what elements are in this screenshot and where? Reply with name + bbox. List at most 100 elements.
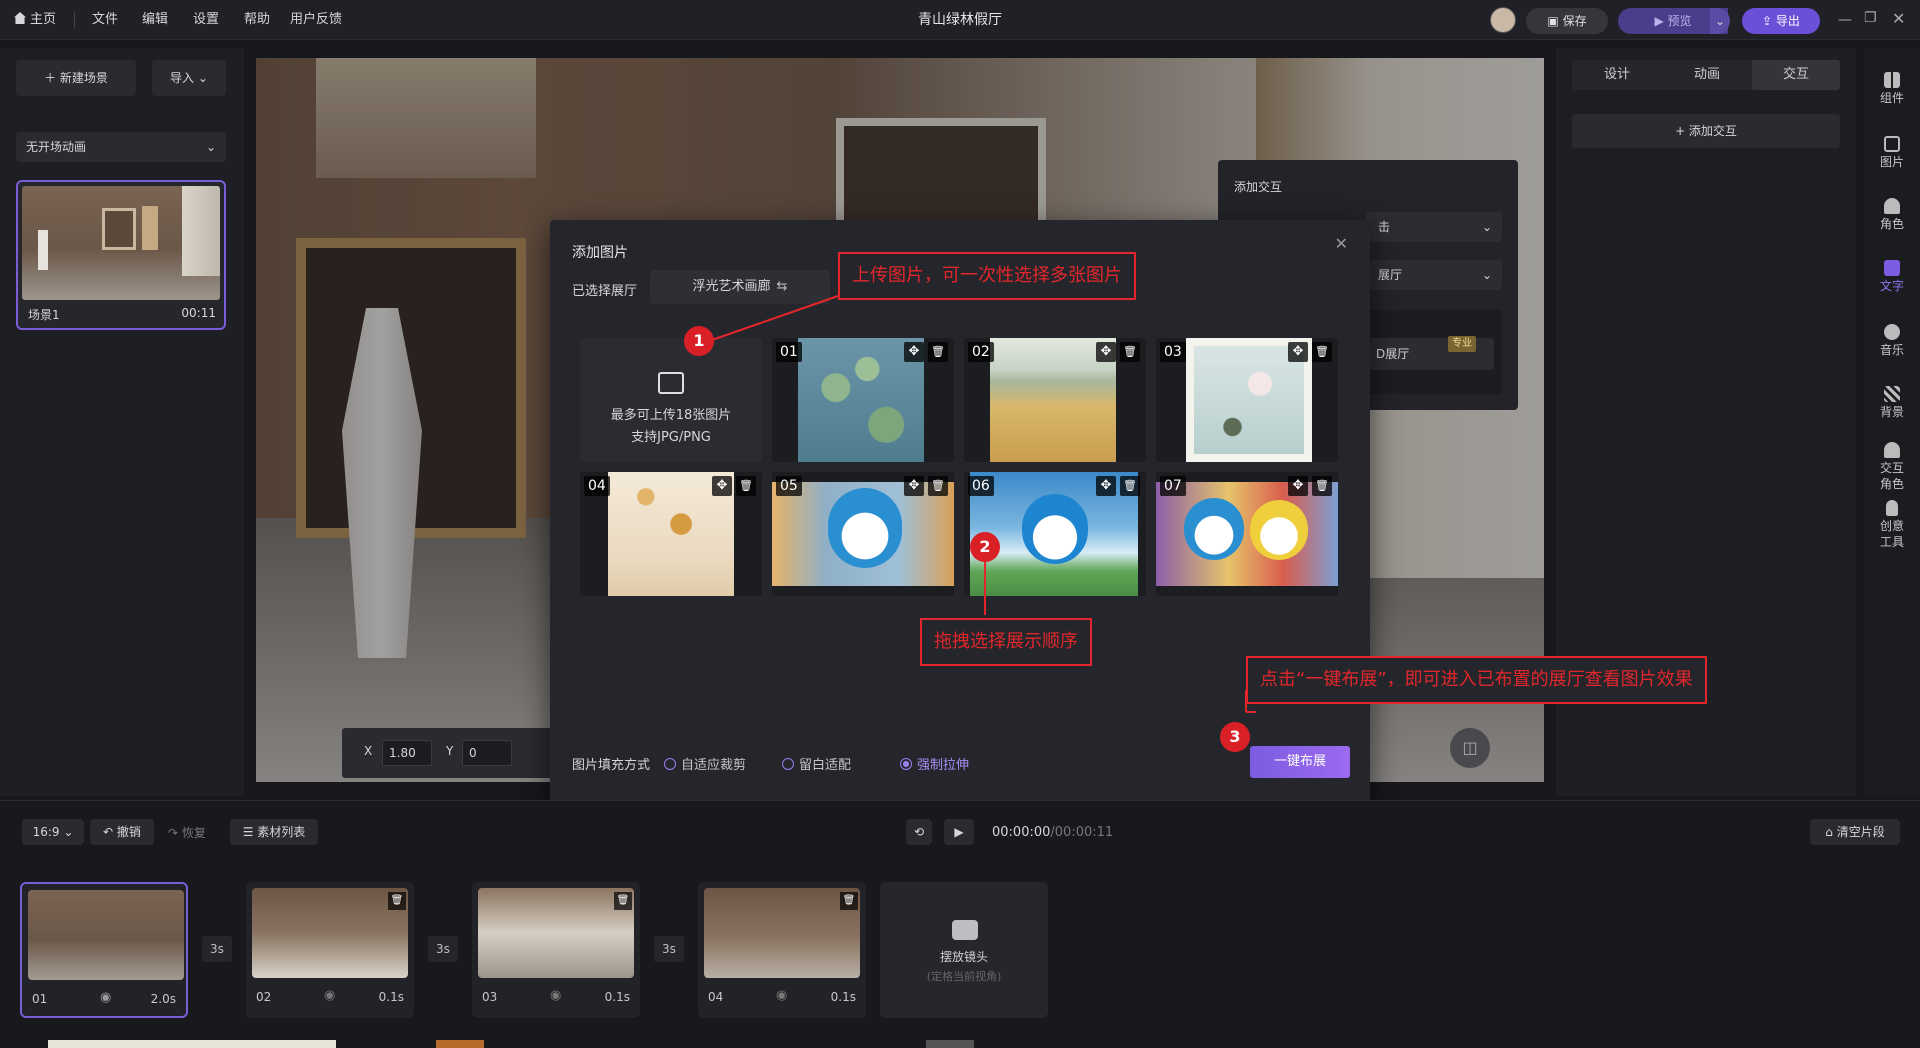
import-button[interactable]: 导入 ⌄ [152, 60, 226, 96]
tool-creative[interactable]: 创意 工具 [1864, 500, 1920, 550]
drag-icon[interactable]: ✥ [1096, 476, 1116, 496]
close-icon[interactable]: ✕ [1892, 9, 1905, 28]
trash-icon[interactable]: 🗑 [736, 476, 756, 496]
tool-music[interactable]: 音乐 [1864, 324, 1920, 358]
image-tile[interactable]: 03 ✥ 🗑 [1156, 338, 1338, 462]
restore-icon[interactable]: ❐ [1864, 10, 1877, 26]
image-tile[interactable]: 07 ✥ 🗑 [1156, 472, 1338, 596]
play-circle-icon[interactable]: ◉ [776, 988, 787, 1003]
clip-thumbnail [704, 888, 860, 978]
new-scene-button[interactable]: ＋ 新建场景 [16, 60, 136, 96]
drag-icon[interactable]: ✥ [904, 342, 924, 362]
upload-image-tile[interactable]: 最多可上传18张图片 支持JPG/PNG [580, 338, 762, 462]
scene-card[interactable]: 场景1 00:11 [16, 180, 226, 330]
trash-icon[interactable]: 🗑 [928, 342, 948, 362]
clip-card[interactable]: 🗑 03 ◉ 0.1s [472, 882, 640, 1018]
trash-icon[interactable]: 🗑 [614, 892, 632, 910]
undo-button[interactable]: ↶ 撤销 [90, 819, 154, 845]
tool-components[interactable]: 组件 [1864, 72, 1920, 106]
chevron-down-icon: ⌄ [205, 140, 216, 154]
asset-list-button[interactable]: ☰ 素材列表 [230, 819, 318, 845]
step-badge-1: 1 [684, 326, 714, 356]
chevron-down-icon: ⌄ [59, 825, 74, 839]
scene-name: 场景1 [28, 308, 60, 322]
play-icon[interactable]: ▶ [944, 819, 974, 845]
redo-button[interactable]: ↷ 恢复 [168, 824, 206, 841]
image-tile[interactable]: 02 ✥ 🗑 [964, 338, 1146, 462]
trash-icon[interactable]: 🗑 [388, 892, 406, 910]
drag-icon[interactable]: ✥ [1288, 476, 1308, 496]
tool-image[interactable]: 图片 [1864, 136, 1920, 170]
drag-icon[interactable]: ✥ [712, 476, 732, 496]
menu-help[interactable]: 帮助 [244, 0, 270, 40]
background-icon [1884, 386, 1900, 402]
trash-icon[interactable]: 🗑 [840, 892, 858, 910]
loop-icon[interactable]: ⟲ [906, 819, 932, 845]
clip-card[interactable]: 🗑 02 ◉ 0.1s [246, 882, 414, 1018]
y-input[interactable]: 0 [462, 740, 512, 766]
transition-gap[interactable]: 3s [654, 936, 684, 962]
tab-design[interactable]: 设计 [1572, 60, 1662, 90]
interact-target-select[interactable]: 展厅 ⌄ [1366, 260, 1502, 290]
auto-layout-button[interactable]: 一键布展 [1250, 746, 1350, 778]
transition-select[interactable]: 无开场动画 ⌄ [16, 132, 226, 162]
menu-file[interactable]: 文件 [92, 0, 118, 40]
play-circle-icon[interactable]: ◉ [324, 988, 335, 1003]
export-button[interactable]: ⇪ 导出 [1742, 8, 1820, 34]
tool-text[interactable]: 文字 [1864, 260, 1920, 294]
image-tile[interactable]: 04 ✥ 🗑 [580, 472, 762, 596]
drag-icon[interactable]: ✥ [1288, 342, 1308, 362]
menu-settings[interactable]: 设置 [193, 0, 219, 40]
redo-icon: ↷ [168, 826, 182, 840]
clear-clips-button[interactable]: ⌂ 清空片段 [1810, 819, 1900, 845]
close-icon[interactable]: ✕ [1335, 234, 1348, 253]
undo-icon: ↶ [103, 825, 117, 839]
drag-icon[interactable]: ✥ [904, 476, 924, 496]
play-circle-icon[interactable]: ◉ [100, 990, 111, 1005]
tab-animation[interactable]: 动画 [1662, 60, 1752, 90]
x-input[interactable]: 1.80 [382, 740, 432, 766]
add-interaction-button[interactable]: + 添加交互 [1572, 114, 1840, 148]
trash-icon[interactable]: 🗑 [1120, 342, 1140, 362]
save-button[interactable]: ▣ 保存 [1526, 8, 1608, 34]
save-icon: ▣ [1547, 14, 1563, 28]
taskbar-strip [926, 1040, 974, 1048]
transition-gap[interactable]: 3s [202, 936, 232, 962]
tool-character[interactable]: 角色 [1864, 198, 1920, 232]
play-circle-icon[interactable]: ◉ [550, 988, 561, 1003]
dorami-face [1250, 500, 1308, 560]
upload-image-icon [658, 372, 684, 394]
tool-interactive-character[interactable]: 交互 角色 [1864, 442, 1920, 492]
interact-trigger-select[interactable]: 击 ⌄ [1366, 212, 1502, 242]
chevron-down-icon: ⌄ [1481, 220, 1492, 234]
clip-card[interactable]: 01 ◉ 2.0s [20, 882, 188, 1018]
clip-card[interactable]: 🗑 04 ◉ 0.1s [698, 882, 866, 1018]
camera-icon[interactable]: ◫ [1450, 728, 1490, 768]
upload-icon: ⇪ [1762, 14, 1776, 28]
trash-icon[interactable]: 🗑 [1312, 476, 1332, 496]
fill-option-stretch[interactable]: 强制拉伸 [900, 754, 969, 773]
dialog-title: 添加图片 [572, 245, 628, 261]
drag-icon[interactable]: ✥ [1096, 342, 1116, 362]
camera-icon [952, 920, 978, 940]
tab-interaction[interactable]: 交互 [1752, 60, 1840, 90]
image-tile[interactable]: 05 ✥ 🗑 [772, 472, 954, 596]
trash-icon[interactable]: 🗑 [1312, 342, 1332, 362]
image-tile[interactable]: 01 ✥ 🗑 [772, 338, 954, 462]
fill-option-pad[interactable]: 留白适配 [782, 754, 851, 773]
home-menu[interactable]: 主页 [14, 0, 56, 40]
camera-placement-button[interactable]: 摆放镜头 (定格当前视角) [880, 882, 1048, 1018]
chevron-down-icon: ⌄ [1481, 268, 1492, 282]
minimize-icon[interactable]: — [1838, 12, 1852, 28]
trash-icon[interactable]: 🗑 [1120, 476, 1140, 496]
hall-switch[interactable]: 浮光艺术画廊 ⇆ [650, 270, 830, 304]
menu-edit[interactable]: 编辑 [142, 0, 168, 40]
menu-feedback[interactable]: 用户反馈 [290, 0, 342, 40]
fill-option-crop[interactable]: 自适应裁剪 [664, 754, 746, 773]
transition-gap[interactable]: 3s [428, 936, 458, 962]
ratio-select[interactable]: 16:9 ⌄ [22, 819, 84, 845]
trash-icon[interactable]: 🗑 [928, 476, 948, 496]
avatar[interactable] [1490, 7, 1516, 33]
tool-background[interactable]: 背景 [1864, 386, 1920, 420]
taskbar-strip [48, 1040, 336, 1048]
